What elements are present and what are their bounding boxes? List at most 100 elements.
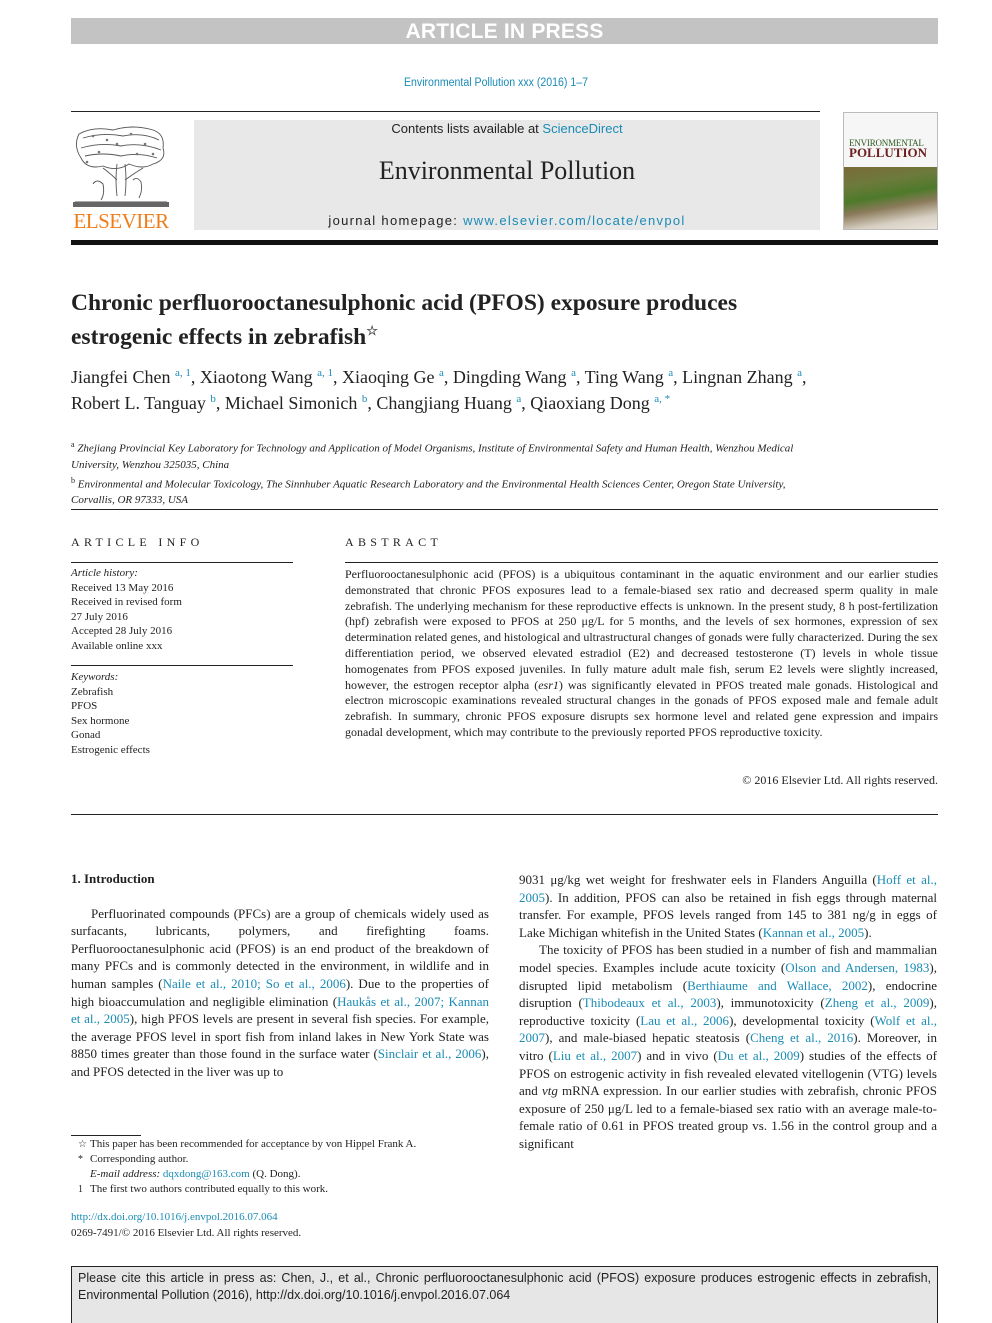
footnote-asterisk-mark: *	[78, 1154, 83, 1165]
body-column-left: 1. Introduction Perfluorinated compounds…	[71, 870, 489, 1081]
author-name[interactable]: Ting Wang	[585, 367, 664, 387]
cover-image	[844, 167, 937, 229]
article-history: Article history: Received 13 May 2016 Rec…	[71, 566, 293, 653]
footnote-text: Corresponding author.	[90, 1153, 189, 1165]
affiliation-text: Environmental and Molecular Toxicology, …	[71, 478, 786, 507]
abstract-body: Perfluorooctanesulphonic acid (PFOS) is …	[345, 567, 938, 741]
keywords-block: Keywords: Zebrafish PFOS Sex hormone Gonad E…	[71, 670, 293, 757]
abstract-gene-name: esr1	[538, 677, 559, 692]
keyword-item: PFOS	[71, 700, 98, 712]
abstract-copyright: © 2016 Elsevier Ltd. All rights reserved…	[742, 773, 938, 787]
article-info-rule	[71, 562, 293, 563]
affiliations: a Zhejiang Provincial Key Laboratory for…	[71, 437, 831, 508]
citation-link[interactable]: Berthiaume and Wallace, 2002	[687, 978, 868, 993]
intro-paragraph-1-cont: 9031 μg/kg wet weight for freshwater eel…	[519, 871, 937, 941]
doi-link[interactable]: http://dx.doi.org/10.1016/j.envpol.2016.…	[71, 1211, 278, 1223]
abstract-text-1: Perfluorooctanesulphonic acid (PFOS) is …	[345, 567, 938, 692]
citation-link[interactable]: Sinclair et al., 2006	[378, 1046, 482, 1061]
body-text: ) and in vivo (	[637, 1047, 718, 1063]
body-text: 9031 μg/kg wet weight for freshwater eel…	[519, 872, 877, 887]
citation-link[interactable]: Thibodeaux et al., 2003	[583, 995, 717, 1010]
journal-homepage-line: journal homepage: www.elsevier.com/locat…	[194, 213, 820, 228]
author-list: Jiangfei Chen a, 1, Xiaotong Wang a, 1, …	[71, 362, 831, 414]
author-name[interactable]: Jiangfei Chen	[71, 367, 170, 387]
citation-link[interactable]: Naile et al., 2010; So et al., 2006	[163, 976, 346, 991]
citation-link[interactable]: Du et al., 2009	[718, 1048, 800, 1063]
affiliation-a: a Zhejiang Provincial Key Laboratory for…	[71, 437, 831, 473]
doi-block: http://dx.doi.org/10.1016/j.envpol.2016.…	[71, 1210, 301, 1241]
email-label: E-mail address:	[90, 1168, 163, 1180]
body-text: mRNA expression. In our earlier studies …	[519, 1083, 937, 1151]
author-affiliation-mark[interactable]: a, 1	[317, 367, 333, 379]
citation-link[interactable]: Kannan et al., 2005	[763, 925, 864, 940]
author-separator: ,	[190, 367, 200, 387]
intro-paragraph-1: Perfluorinated compounds (PFCs) are a gr…	[71, 905, 489, 1081]
history-entry: Received in revised form	[71, 596, 182, 608]
author-name[interactable]: Changjiang Huang	[376, 393, 511, 413]
keywords-label: Keywords:	[71, 671, 119, 683]
issn-copyright: 0269-7491/© 2016 Elsevier Ltd. All right…	[71, 1226, 302, 1239]
footnote-recommendation: ☆ This paper has been recommended for acc…	[71, 1137, 501, 1152]
author-name[interactable]: Robert L. Tanguay	[71, 393, 206, 413]
author-separator: ,	[215, 393, 225, 413]
citation-link[interactable]: Cheng et al., 2016	[750, 1030, 853, 1045]
gene-name: vtg	[541, 1083, 558, 1099]
footnote-star-mark: ☆	[78, 1139, 87, 1150]
journal-masthead: Contents lists available at ScienceDirec…	[194, 120, 820, 230]
author-separator: ,	[673, 367, 683, 387]
citation-link[interactable]: Lau et al., 2006	[640, 1013, 729, 1028]
author-name[interactable]: Qiaoxiang Dong	[530, 393, 649, 413]
author-separator: ,	[443, 367, 453, 387]
section-heading-introduction: 1. Introduction	[71, 871, 155, 886]
citation-link[interactable]: Liu et al., 2007	[553, 1048, 637, 1063]
keyword-item: Gonad	[71, 729, 101, 741]
author-name[interactable]: Michael Simonich	[225, 393, 357, 413]
title-footnote-mark[interactable]: ☆	[366, 323, 378, 338]
footnote-rule	[71, 1135, 141, 1136]
divider-rule-lower	[71, 814, 938, 815]
author-name[interactable]: Dingding Wang	[453, 367, 567, 387]
article-title: Chronic perfluorooctanesulphonic acid (P…	[71, 290, 831, 351]
history-entry: 27 July 2016	[71, 610, 128, 623]
body-column-right: 9031 μg/kg wet weight for freshwater eel…	[519, 871, 937, 1153]
homepage-prefix: journal homepage:	[328, 213, 464, 228]
affiliation-mark: b	[71, 475, 75, 485]
email-link[interactable]: dqxdong@163.com	[163, 1168, 250, 1180]
author-affiliation-mark[interactable]: a, *	[654, 393, 670, 405]
body-text: ), and male-biased hepatic steatosis (	[545, 1030, 751, 1046]
journal-reference-link[interactable]: Environmental Pollution xxx (2016) 1–7	[40, 77, 953, 89]
affiliation-b: b Environmental and Molecular Toxicology…	[71, 473, 831, 509]
affiliation-text: Zhejiang Provincial Key Laboratory for T…	[71, 442, 794, 471]
keyword-item: Estrogenic effects	[71, 743, 150, 756]
journal-cover-thumbnail[interactable]: ENVIRONMENTAL POLLUTION	[843, 112, 938, 230]
journal-homepage-link[interactable]: www.elsevier.com/locate/envpol	[463, 213, 686, 228]
author-name[interactable]: Xiaoqing Ge	[342, 367, 434, 387]
journal-name: Environmental Pollution	[378, 156, 636, 185]
author-name[interactable]: Xiaotong Wang	[200, 367, 313, 387]
author-name[interactable]: Lingnan Zhang	[682, 367, 792, 387]
body-text: ), immunotoxicity (	[716, 995, 825, 1011]
elsevier-tree-icon	[73, 124, 169, 208]
footnote-corresponding: * Corresponding author.	[71, 1152, 501, 1167]
citation-link[interactable]: Zheng et al., 2009	[825, 995, 930, 1010]
author-separator: ,	[521, 393, 531, 413]
header-thick-rule	[71, 240, 938, 245]
elsevier-logo[interactable]: ELSEVIER	[71, 120, 171, 233]
divider-rule	[71, 509, 938, 510]
affiliation-mark: a	[71, 440, 75, 449]
keyword-item: Zebrafish	[71, 685, 114, 698]
body-text: ). In addition, PFOS can also be retaine…	[519, 889, 937, 940]
abstract-heading: ABSTRACT	[345, 535, 443, 549]
cite-this-article-box: Please cite this article in press as: Ch…	[71, 1266, 938, 1323]
keywords-rule	[71, 665, 293, 666]
author-affiliation-mark[interactable]: a, 1	[175, 367, 191, 379]
sciencedirect-link[interactable]: ScienceDirect	[542, 121, 622, 136]
citation-link[interactable]: Olson and Andersen, 1983	[785, 960, 929, 975]
footnotes: ☆ This paper has been recommended for acc…	[71, 1137, 501, 1197]
body-text: ).	[864, 924, 872, 940]
history-entry: Received 13 May 2016	[71, 581, 174, 594]
body-text: ), developmental toxicity (	[729, 1012, 875, 1028]
article-in-press-banner: ARTICLE IN PRESS	[71, 18, 938, 44]
contents-available-line: Contents lists available at ScienceDirec…	[194, 121, 820, 136]
footnote-one-mark: 1	[78, 1184, 83, 1195]
